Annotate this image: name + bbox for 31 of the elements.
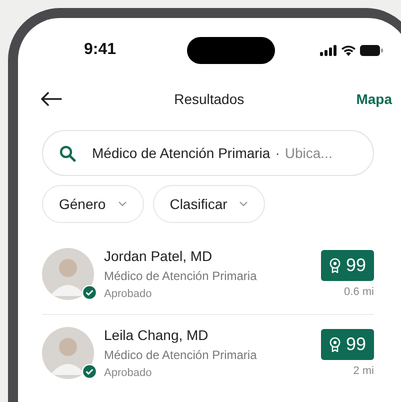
approval-status: Aprobado xyxy=(104,288,153,300)
search-icon xyxy=(59,144,76,162)
search-query: Médico de Atención Primaria xyxy=(92,145,270,161)
doctor-specialty: Médico de Atención Primaria xyxy=(104,348,258,362)
back-arrow-icon xyxy=(40,92,62,106)
separator-dot: · xyxy=(275,145,280,161)
chevron-down-icon xyxy=(239,201,248,207)
doctor-specialty: Médico de Atención Primaria xyxy=(104,269,258,283)
map-link[interactable]: Mapa xyxy=(356,91,392,107)
back-button[interactable] xyxy=(40,92,62,106)
avatar-placeholder xyxy=(42,327,94,379)
distance: 0.6 mi xyxy=(344,286,374,298)
score-badge: 99 xyxy=(320,250,374,281)
wifi-icon xyxy=(341,44,356,56)
doctor-name[interactable]: Leila Chang, MD xyxy=(104,327,321,343)
doctor-name[interactable]: Jordan Patel, MD xyxy=(104,248,321,264)
distance: 2 mi xyxy=(353,365,374,377)
battery-icon xyxy=(360,44,383,56)
location-placeholder: Ubica... xyxy=(284,145,332,161)
search-field[interactable]: Médico de Atención Primaria · Ubica... xyxy=(42,130,374,176)
page-title: Resultados xyxy=(174,91,244,107)
award-ribbon-icon xyxy=(328,258,341,273)
approval-status: Aprobado xyxy=(104,367,153,379)
award-ribbon-icon xyxy=(328,337,341,352)
status-time: 9:41 xyxy=(84,41,118,59)
score-badge: 99 xyxy=(320,329,374,360)
chevron-down-icon xyxy=(118,201,127,207)
filter-dropdown[interactable]: Género xyxy=(42,185,144,223)
signal-icon xyxy=(320,44,337,56)
avatar-placeholder xyxy=(42,248,94,300)
filter-dropdown[interactable]: Clasificar xyxy=(152,185,266,223)
